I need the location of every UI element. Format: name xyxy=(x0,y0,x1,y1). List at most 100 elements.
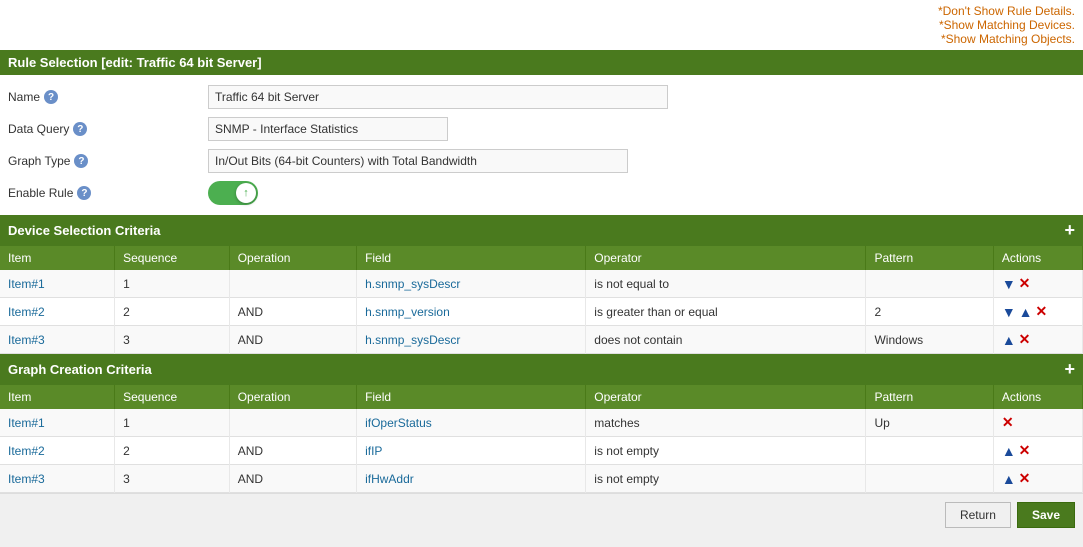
device-col-operator: Operator xyxy=(586,246,866,270)
enable-rule-row: Enable Rule ? xyxy=(0,177,1083,209)
rule-selection-header: Rule Selection [edit: Traffic 64 bit Ser… xyxy=(0,50,1083,75)
graph-creation-add-button[interactable]: + xyxy=(1064,359,1075,380)
device-pattern-2: 2 xyxy=(866,298,993,326)
device-actions-2: ▼▲✕ xyxy=(993,298,1082,326)
graph-actions-3: ▲✕ xyxy=(993,465,1082,493)
device-delete-1[interactable]: ✕ xyxy=(1019,275,1031,292)
table-row: Item#22ANDh.snmp_versionis greater than … xyxy=(0,298,1083,326)
device-delete-2[interactable]: ✕ xyxy=(1036,303,1048,320)
device-table-header-row: Item Sequence Operation Field Operator P… xyxy=(0,246,1083,270)
save-button[interactable]: Save xyxy=(1017,502,1075,528)
device-col-sequence: Sequence xyxy=(115,246,230,270)
graph-item-2: Item#2 xyxy=(0,437,115,465)
graph-col-field: Field xyxy=(357,385,586,409)
graph-type-select[interactable]: In/Out Bits (64-bit Counters) with Total… xyxy=(208,149,628,173)
device-col-operation: Operation xyxy=(229,246,356,270)
show-matching-objects-link[interactable]: *Show Matching Objects. xyxy=(8,32,1075,46)
device-field-3: h.snmp_sysDescr xyxy=(357,326,586,354)
device-op-1 xyxy=(229,270,356,298)
data-query-label: Data Query ? xyxy=(8,122,208,136)
graph-type-select-container: In/Out Bits (64-bit Counters) with Total… xyxy=(208,149,1075,173)
data-query-select[interactable]: SNMP - Interface Statistics xyxy=(208,117,448,141)
graph-item-1: Item#1 xyxy=(0,409,115,437)
graph-actions-cell-2: ▲✕ xyxy=(1002,442,1074,459)
graph-up-arrow-3[interactable]: ▲ xyxy=(1002,471,1016,487)
device-operator-1: is not equal to xyxy=(586,270,866,298)
graph-col-operator: Operator xyxy=(586,385,866,409)
name-label: Name ? xyxy=(8,90,208,104)
device-down-arrow-2[interactable]: ▼ xyxy=(1002,304,1016,320)
graph-item-link-2[interactable]: Item#2 xyxy=(8,444,45,458)
device-item-3: Item#3 xyxy=(0,326,115,354)
name-help-icon[interactable]: ? xyxy=(44,90,58,104)
device-operator-3: does not contain xyxy=(586,326,866,354)
graph-seq-3: 3 xyxy=(115,465,230,493)
graph-delete-3[interactable]: ✕ xyxy=(1019,470,1031,487)
device-op-3: AND xyxy=(229,326,356,354)
graph-op-3: AND xyxy=(229,465,356,493)
table-row: Item#11ifOperStatusmatchesUp✕ xyxy=(0,409,1083,437)
graph-operator-2: is not empty xyxy=(586,437,866,465)
device-field-link-3[interactable]: h.snmp_sysDescr xyxy=(365,333,460,347)
data-query-row: Data Query ? SNMP - Interface Statistics xyxy=(0,113,1083,145)
device-selection-header: Device Selection Criteria + xyxy=(0,215,1083,246)
graph-col-sequence: Sequence xyxy=(115,385,230,409)
show-matching-devices-link[interactable]: *Show Matching Devices. xyxy=(8,18,1075,32)
graph-creation-title: Graph Creation Criteria xyxy=(8,362,152,377)
table-row: Item#11h.snmp_sysDescris not equal to▼✕ xyxy=(0,270,1083,298)
graph-field-3: ifHwAddr xyxy=(357,465,586,493)
device-field-link-2[interactable]: h.snmp_version xyxy=(365,305,450,319)
graph-up-arrow-2[interactable]: ▲ xyxy=(1002,443,1016,459)
graph-col-actions: Actions xyxy=(993,385,1082,409)
graph-type-help-icon[interactable]: ? xyxy=(74,154,88,168)
graph-type-row: Graph Type ? In/Out Bits (64-bit Counter… xyxy=(0,145,1083,177)
graph-delete-1[interactable]: ✕ xyxy=(1002,414,1014,431)
device-field-1: h.snmp_sysDescr xyxy=(357,270,586,298)
top-links: *Don't Show Rule Details. *Show Matching… xyxy=(0,0,1083,50)
device-pattern-1 xyxy=(866,270,993,298)
device-actions-3: ▲✕ xyxy=(993,326,1082,354)
device-item-link-3[interactable]: Item#3 xyxy=(8,333,45,347)
graph-col-operation: Operation xyxy=(229,385,356,409)
graph-actions-2: ▲✕ xyxy=(993,437,1082,465)
graph-creation-header: Graph Creation Criteria + xyxy=(0,354,1083,385)
device-seq-3: 3 xyxy=(115,326,230,354)
device-up-arrow-3[interactable]: ▲ xyxy=(1002,332,1016,348)
name-input[interactable] xyxy=(208,85,668,109)
form-area: Name ? Data Query ? SNMP - Interface Sta… xyxy=(0,75,1083,215)
device-selection-add-button[interactable]: + xyxy=(1064,220,1075,241)
device-item-link-2[interactable]: Item#2 xyxy=(8,305,45,319)
device-col-field: Field xyxy=(357,246,586,270)
enable-rule-help-icon[interactable]: ? xyxy=(77,186,91,200)
device-col-item: Item xyxy=(0,246,115,270)
graph-pattern-2 xyxy=(866,437,993,465)
return-button[interactable]: Return xyxy=(945,502,1011,528)
graph-col-pattern: Pattern xyxy=(866,385,993,409)
graph-field-link-1[interactable]: ifOperStatus xyxy=(365,416,432,430)
enable-rule-toggle[interactable] xyxy=(208,181,258,205)
device-item-link-1[interactable]: Item#1 xyxy=(8,277,45,291)
graph-type-label: Graph Type ? xyxy=(8,154,208,168)
dont-show-rule-link[interactable]: *Don't Show Rule Details. xyxy=(8,4,1075,18)
name-row: Name ? xyxy=(0,81,1083,113)
device-selection-title: Device Selection Criteria xyxy=(8,223,160,238)
graph-pattern-1: Up xyxy=(866,409,993,437)
graph-field-link-3[interactable]: ifHwAddr xyxy=(365,472,414,486)
graph-item-link-1[interactable]: Item#1 xyxy=(8,416,45,430)
graph-op-1 xyxy=(229,409,356,437)
device-item-1: Item#1 xyxy=(0,270,115,298)
enable-rule-label: Enable Rule ? xyxy=(8,186,208,200)
table-row: Item#33ANDifHwAddris not empty▲✕ xyxy=(0,465,1083,493)
device-col-pattern: Pattern xyxy=(866,246,993,270)
data-query-help-icon[interactable]: ? xyxy=(73,122,87,136)
device-actions-cell-3: ▲✕ xyxy=(1002,331,1074,348)
rule-selection-title: Rule Selection [edit: Traffic 64 bit Ser… xyxy=(8,55,262,70)
device-actions-cell-1: ▼✕ xyxy=(1002,275,1074,292)
graph-delete-2[interactable]: ✕ xyxy=(1019,442,1031,459)
device-down-arrow-1[interactable]: ▼ xyxy=(1002,276,1016,292)
device-up-arrow-2[interactable]: ▲ xyxy=(1019,304,1033,320)
graph-field-link-2[interactable]: ifIP xyxy=(365,444,382,458)
device-field-link-1[interactable]: h.snmp_sysDescr xyxy=(365,277,460,291)
device-delete-3[interactable]: ✕ xyxy=(1019,331,1031,348)
graph-item-link-3[interactable]: Item#3 xyxy=(8,472,45,486)
